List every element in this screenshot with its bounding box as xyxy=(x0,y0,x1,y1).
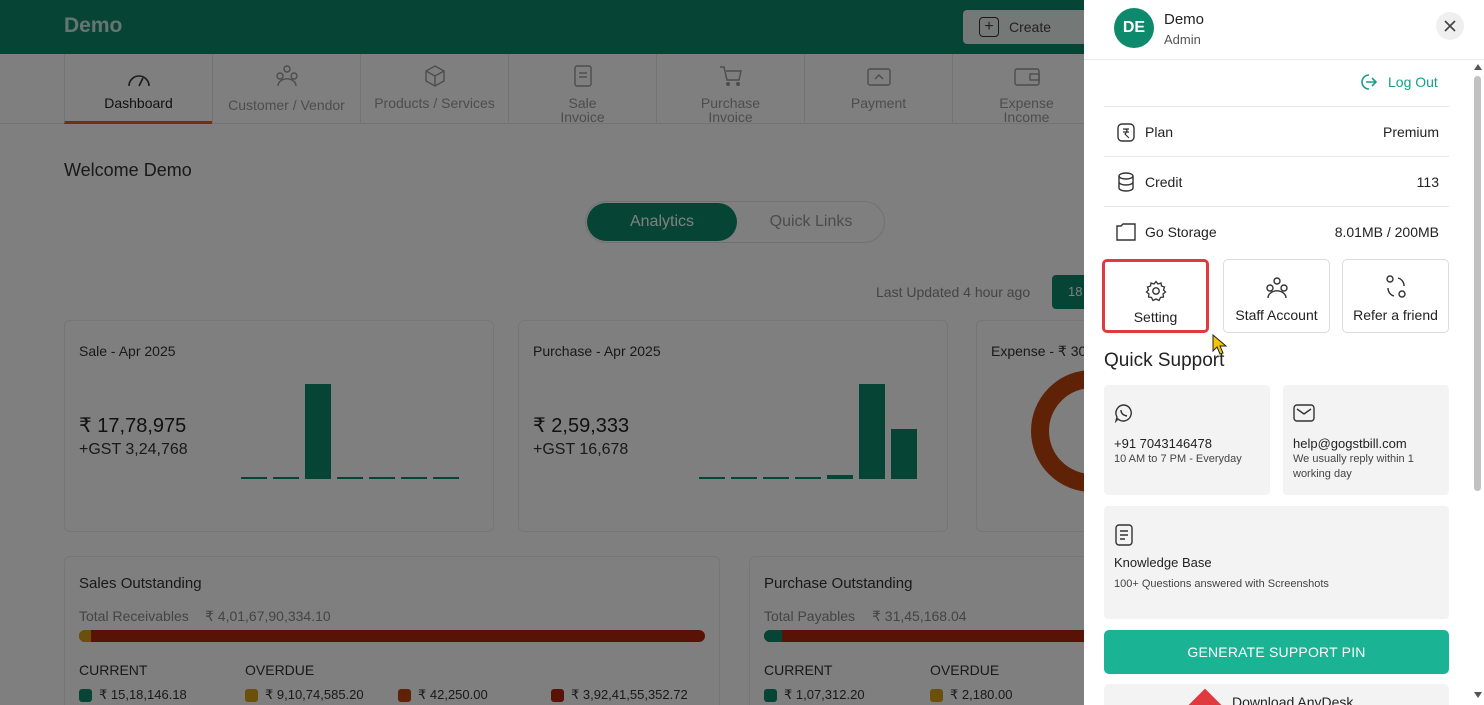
logout-button[interactable]: Log Out xyxy=(1358,72,1438,92)
close-icon xyxy=(1444,20,1456,32)
scroll-up-icon[interactable] xyxy=(1474,64,1482,70)
staff-icon xyxy=(1265,277,1288,299)
scroll-down-icon[interactable] xyxy=(1474,692,1482,698)
plan-row: Plan Premium xyxy=(1104,106,1449,156)
generate-support-pin-button[interactable]: GENERATE SUPPORT PIN xyxy=(1104,630,1449,674)
staff-account-label: Staff Account xyxy=(1235,307,1318,323)
kb-note: 100+ Questions answered with Screenshots xyxy=(1114,578,1329,590)
plan-value: Premium xyxy=(1382,123,1439,140)
support-email-note: We usually reply within 1 working day xyxy=(1293,453,1414,480)
logout-label: Log Out xyxy=(1388,74,1438,90)
download-anydesk-button[interactable]: Download AnyDesk xyxy=(1104,684,1449,705)
anydesk-logo-icon xyxy=(1186,688,1224,705)
refer-friend-tile[interactable]: Refer a friend xyxy=(1342,259,1449,333)
anydesk-label: Download AnyDesk xyxy=(1232,694,1354,705)
plan-label: Plan xyxy=(1145,123,1174,140)
user-role: Admin xyxy=(1164,32,1201,47)
close-button[interactable] xyxy=(1436,12,1464,40)
document-icon xyxy=(1115,524,1133,546)
support-email: help@gogstbill.com xyxy=(1293,436,1407,451)
coins-icon xyxy=(1118,171,1134,192)
avatar: DE xyxy=(1114,8,1154,48)
drawer-header: DE Demo Admin xyxy=(1084,0,1484,60)
user-name: Demo xyxy=(1164,11,1205,28)
quick-support-title: Quick Support xyxy=(1104,350,1225,371)
support-hours: 10 AM to 7 PM - Everyday xyxy=(1114,453,1242,465)
kb-title: Knowledge Base xyxy=(1114,555,1212,570)
refer-friend-label: Refer a friend xyxy=(1353,307,1438,323)
scroll-thumb[interactable] xyxy=(1474,76,1481,491)
storage-label: Go Storage xyxy=(1145,223,1217,240)
folder-icon xyxy=(1116,222,1136,241)
support-phone: +91 7043146478 xyxy=(1114,436,1212,451)
credit-label: Credit xyxy=(1145,173,1183,190)
logout-icon xyxy=(1361,74,1378,90)
knowledge-base-card[interactable]: Knowledge Base 100+ Questions answered w… xyxy=(1104,506,1449,619)
setting-label: Setting xyxy=(1133,309,1178,325)
rupee-icon xyxy=(1117,122,1135,142)
gear-icon xyxy=(1145,280,1166,302)
email-support-card[interactable]: help@gogstbill.com We usually reply with… xyxy=(1283,385,1449,495)
mail-icon xyxy=(1293,404,1315,422)
credit-row: Credit 113 xyxy=(1104,156,1449,206)
credit-value: 113 xyxy=(1416,173,1439,190)
staff-account-tile[interactable]: Staff Account xyxy=(1223,259,1330,333)
mouse-cursor-icon xyxy=(1212,334,1228,355)
refer-icon xyxy=(1385,275,1406,298)
drawer-scrollbar[interactable] xyxy=(1472,62,1484,705)
phone-support-card[interactable]: +91 7043146478 10 AM to 7 PM - Everyday xyxy=(1104,385,1270,495)
whatsapp-icon xyxy=(1114,404,1132,423)
setting-tile[interactable]: Setting xyxy=(1102,259,1209,333)
storage-row: Go Storage 8.01MB / 200MB xyxy=(1104,206,1449,256)
storage-value: 8.01MB / 200MB xyxy=(1334,223,1439,240)
profile-drawer: DE Demo Admin Log Out Plan Premium Credi… xyxy=(1084,0,1484,705)
